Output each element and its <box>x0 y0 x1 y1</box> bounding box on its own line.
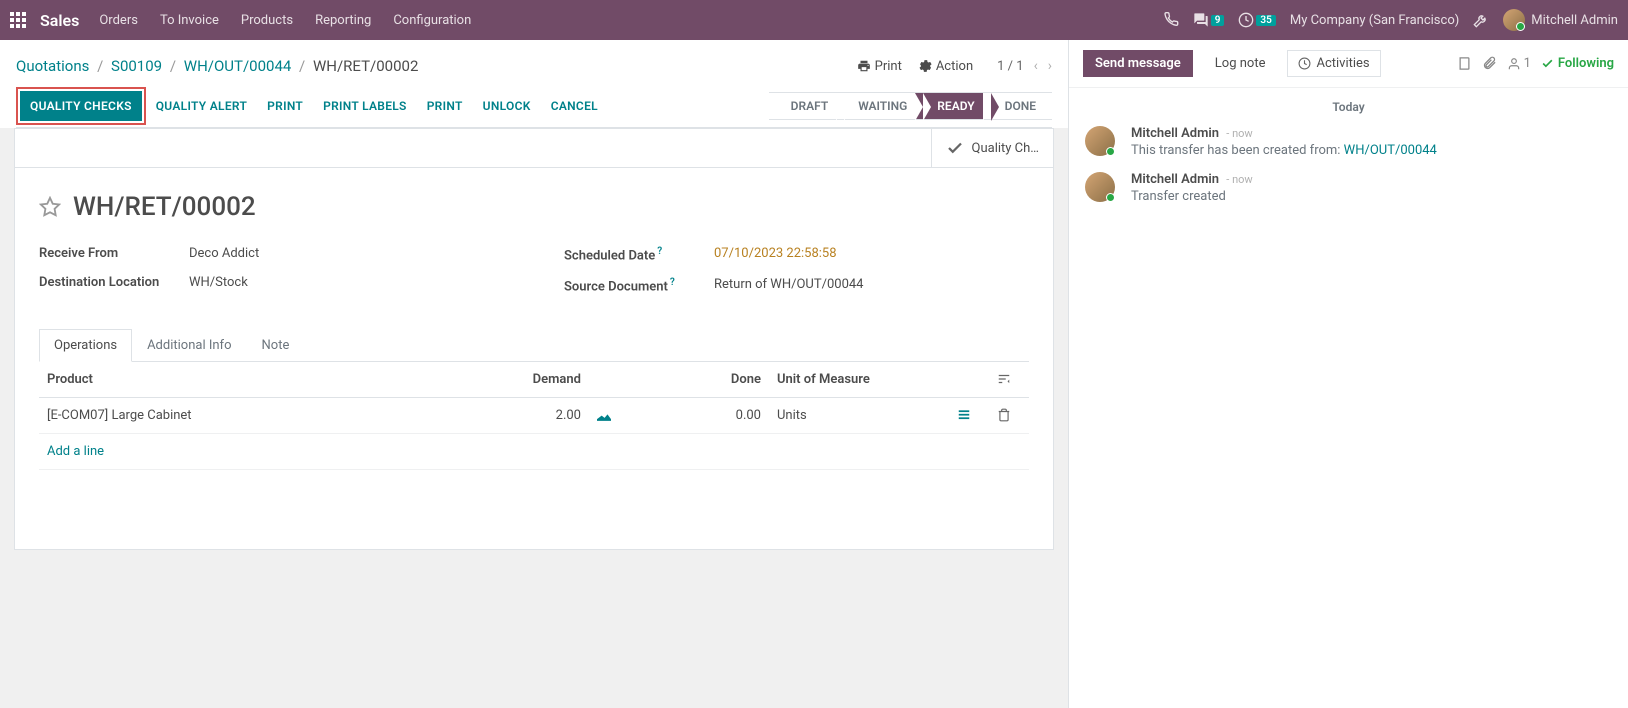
quality-checks-button[interactable]: QUALITY CHECKS <box>20 91 142 121</box>
breadcrumb-quotations[interactable]: Quotations <box>16 57 89 75</box>
menu-to-invoice[interactable]: To Invoice <box>160 13 219 28</box>
receive-from-label: Receive From <box>39 246 189 261</box>
apps-icon[interactable] <box>10 12 26 28</box>
tab-operations[interactable]: Operations <box>39 329 132 362</box>
attachment-icon[interactable] <box>1482 56 1497 71</box>
topbar: Sales Orders To Invoice Products Reporti… <box>0 0 1628 40</box>
col-demand[interactable]: Demand <box>449 362 589 398</box>
avatar[interactable] <box>1085 172 1115 202</box>
delete-icon[interactable] <box>989 397 1029 433</box>
pager: 1 / 1 ‹ › <box>997 58 1052 74</box>
message: Mitchell Admin - now This transfer has b… <box>1085 126 1612 158</box>
user-name: Mitchell Admin <box>1531 13 1618 28</box>
avatar <box>1503 9 1525 31</box>
col-product[interactable]: Product <box>39 362 449 398</box>
operations-table: Product Demand Done Unit of Measure [E-C… <box>39 362 1029 510</box>
status-draft[interactable]: DRAFT <box>769 92 845 120</box>
msg-text: This transfer has been created from: WH/… <box>1131 143 1612 158</box>
avatar[interactable] <box>1085 126 1115 156</box>
action-button[interactable]: Action <box>918 59 973 74</box>
message: Mitchell Admin - now Transfer created <box>1085 172 1612 204</box>
module-name[interactable]: Sales <box>40 11 79 30</box>
msg-time: - now <box>1226 127 1252 140</box>
pager-prev-icon[interactable]: ‹ <box>1034 58 1038 74</box>
record-title: WH/RET/00002 <box>73 192 256 222</box>
messaging-badge: 9 <box>1211 15 1225 26</box>
msg-author[interactable]: Mitchell Admin <box>1131 172 1219 187</box>
pager-value[interactable]: 1 / 1 <box>997 59 1023 74</box>
chatter: Send message Log note Activities 1 Follo… <box>1068 40 1628 708</box>
receive-from-value[interactable]: Deco Addict <box>189 246 259 261</box>
log-note-button[interactable]: Log note <box>1203 50 1278 77</box>
cell-demand[interactable]: 2.00 <box>449 397 589 433</box>
help-icon[interactable]: ? <box>657 246 662 257</box>
form-sheet: Quality Ch… WH/RET/00002 Receive From De… <box>14 128 1054 550</box>
send-message-button[interactable]: Send message <box>1083 50 1193 77</box>
table-row[interactable]: [E-COM07] Large Cabinet 2.00 0.00 Units <box>39 397 1029 433</box>
add-line-button[interactable]: Add a line <box>39 433 1029 469</box>
activities-badge: 35 <box>1256 15 1275 26</box>
messaging-icon[interactable]: 9 <box>1193 12 1225 28</box>
tabs: Operations Additional Info Note <box>39 329 1029 362</box>
msg-time: - now <box>1226 173 1252 186</box>
statusbar: DRAFT WAITING READY DONE <box>769 92 1052 120</box>
destination-value[interactable]: WH/Stock <box>189 275 248 290</box>
source-doc-value[interactable]: Return of WH/OUT/00044 <box>714 277 864 294</box>
highlight-annotation: QUALITY CHECKS <box>16 87 146 125</box>
book-icon[interactable] <box>1457 56 1472 71</box>
followers-button[interactable]: 1 <box>1507 56 1531 71</box>
breadcrumb-current: WH/RET/00002 <box>313 57 418 75</box>
unlock-button[interactable]: UNLOCK <box>473 91 541 121</box>
quality-checks-stat-button[interactable]: Quality Ch… <box>931 129 1053 167</box>
menu-configuration[interactable]: Configuration <box>393 13 471 28</box>
menu-products[interactable]: Products <box>241 13 293 28</box>
source-doc-label: Source Document? <box>564 277 714 294</box>
help-icon[interactable]: ? <box>670 277 675 288</box>
breadcrumb: Quotations / S00109 / WH/OUT/00044 / WH/… <box>16 57 418 75</box>
print-labels-button[interactable]: PRINT LABELS <box>313 91 417 121</box>
print-action-button-2[interactable]: PRINT <box>417 91 473 121</box>
msg-author[interactable]: Mitchell Admin <box>1131 126 1219 141</box>
activities-button[interactable]: Activities <box>1287 50 1380 77</box>
print-action-button[interactable]: PRINT <box>257 91 313 121</box>
tab-additional-info[interactable]: Additional Info <box>132 329 246 361</box>
phone-icon[interactable] <box>1163 12 1179 28</box>
destination-label: Destination Location <box>39 275 189 290</box>
col-settings[interactable] <box>989 362 1029 398</box>
scheduled-date-label: Scheduled Date? <box>564 246 714 263</box>
control-panel: Quotations / S00109 / WH/OUT/00044 / WH/… <box>0 40 1068 128</box>
stat-label: Quality Ch… <box>972 141 1039 156</box>
msg-link[interactable]: WH/OUT/00044 <box>1344 143 1437 158</box>
user-menu[interactable]: Mitchell Admin <box>1503 9 1618 31</box>
date-separator: Today <box>1085 100 1612 114</box>
menu-reporting[interactable]: Reporting <box>315 13 371 28</box>
quality-alert-button[interactable]: QUALITY ALERT <box>146 91 257 121</box>
print-button[interactable]: Print <box>857 59 902 74</box>
msg-text: Transfer created <box>1131 189 1612 204</box>
col-uom[interactable]: Unit of Measure <box>769 362 949 398</box>
forecast-icon[interactable] <box>589 397 629 433</box>
detail-icon[interactable] <box>949 397 989 433</box>
following-button[interactable]: Following <box>1541 56 1614 71</box>
cell-product[interactable]: [E-COM07] Large Cabinet <box>39 397 449 433</box>
tools-icon[interactable] <box>1473 12 1489 28</box>
cancel-button[interactable]: CANCEL <box>541 91 608 121</box>
star-icon[interactable] <box>39 196 61 218</box>
cell-uom[interactable]: Units <box>769 397 949 433</box>
toolbar: QUALITY CHECKS QUALITY ALERT PRINT PRINT… <box>16 84 1052 128</box>
company-name[interactable]: My Company (San Francisco) <box>1290 13 1459 28</box>
scheduled-date-value[interactable]: 07/10/2023 22:58:58 <box>714 246 837 263</box>
breadcrumb-order[interactable]: S00109 <box>111 57 162 75</box>
tab-note[interactable]: Note <box>247 329 305 361</box>
col-done[interactable]: Done <box>629 362 769 398</box>
activities-icon[interactable]: 35 <box>1238 12 1275 28</box>
cell-done[interactable]: 0.00 <box>629 397 769 433</box>
menu-orders[interactable]: Orders <box>99 13 138 28</box>
pager-next-icon[interactable]: › <box>1048 58 1052 74</box>
breadcrumb-delivery[interactable]: WH/OUT/00044 <box>184 57 292 75</box>
